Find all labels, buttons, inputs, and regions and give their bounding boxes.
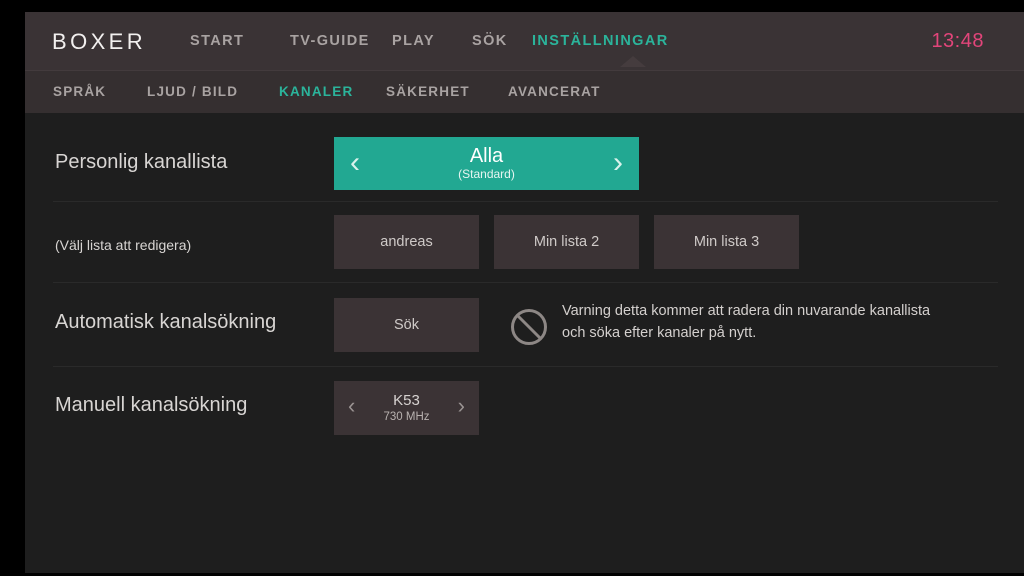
list-button-min-lista-2[interactable]: Min lista 2 [494,215,639,269]
label-personlig-kanallista: Personlig kanallista [55,151,228,173]
clock: 13:48 [931,30,984,52]
manual-scan-frequency: 730 MHz [383,411,430,423]
personal-list-selector[interactable]: ‹ Alla (Standard) › [334,137,639,190]
list-button-min-lista-3[interactable]: Min lista 3 [654,215,799,269]
chevron-left-icon[interactable]: ‹ [348,395,355,417]
subnav-item-sakerhet[interactable]: SÄKERHET [386,84,508,99]
top-header-bar: BOXER START TV-GUIDE PLAY SÖK INSTÄLLNIN… [0,12,1024,70]
divider [53,282,998,283]
chevron-right-icon[interactable]: › [458,395,465,417]
settings-subnavigation: SPRÅK LJUD / BILD KANALER SÄKERHET AVANC… [0,70,1024,113]
label-automatisk-kanalsokning: Automatisk kanalsökning [55,311,277,333]
subnav-item-sprak[interactable]: SPRÅK [53,84,147,99]
divider [53,366,998,367]
personal-list-value: Alla [469,145,504,167]
personal-list-subvalue: (Standard) [458,167,515,181]
main-navigation: START TV-GUIDE PLAY SÖK INSTÄLLNINGAR [190,33,692,49]
manual-scan-channel: K53 [393,392,420,409]
nav-item-tv-guide[interactable]: TV-GUIDE [290,33,392,49]
nav-item-installningar[interactable]: INSTÄLLNINGAR [532,33,692,49]
auto-scan-button[interactable]: Sök [334,298,479,352]
label-valj-lista-att-redigera: (Välj lista att redigera) [55,237,192,253]
nav-item-sok[interactable]: SÖK [472,33,532,49]
subnav-item-kanaler[interactable]: KANALER [279,84,386,99]
list-button-andreas[interactable]: andreas [334,215,479,269]
nav-item-play[interactable]: PLAY [392,33,472,49]
letterbox-top [0,0,1024,12]
letterbox-left [0,0,25,576]
prohibition-icon [509,307,549,347]
auto-scan-warning-text: Varning detta kommer att radera din nuva… [562,303,931,341]
tv-settings-screen: BOXER START TV-GUIDE PLAY SÖK INSTÄLLNIN… [0,0,1024,576]
manual-scan-stepper[interactable]: ‹ K53 730 MHz › [334,381,479,435]
settings-content: Personlig kanallista ‹ Alla (Standard) ›… [25,113,1024,573]
subnav-item-avancerat[interactable]: AVANCERAT [508,84,638,99]
chevron-left-icon[interactable]: ‹ [350,148,360,178]
label-manuell-kanalsokning: Manuell kanalsökning [55,394,248,416]
subnav-item-ljud-bild[interactable]: LJUD / BILD [147,84,279,99]
nav-item-start[interactable]: START [190,33,290,49]
divider [53,201,998,202]
active-nav-caret-icon [620,56,646,67]
chevron-right-icon[interactable]: › [613,148,623,178]
boxer-logo: BOXER [52,29,147,54]
